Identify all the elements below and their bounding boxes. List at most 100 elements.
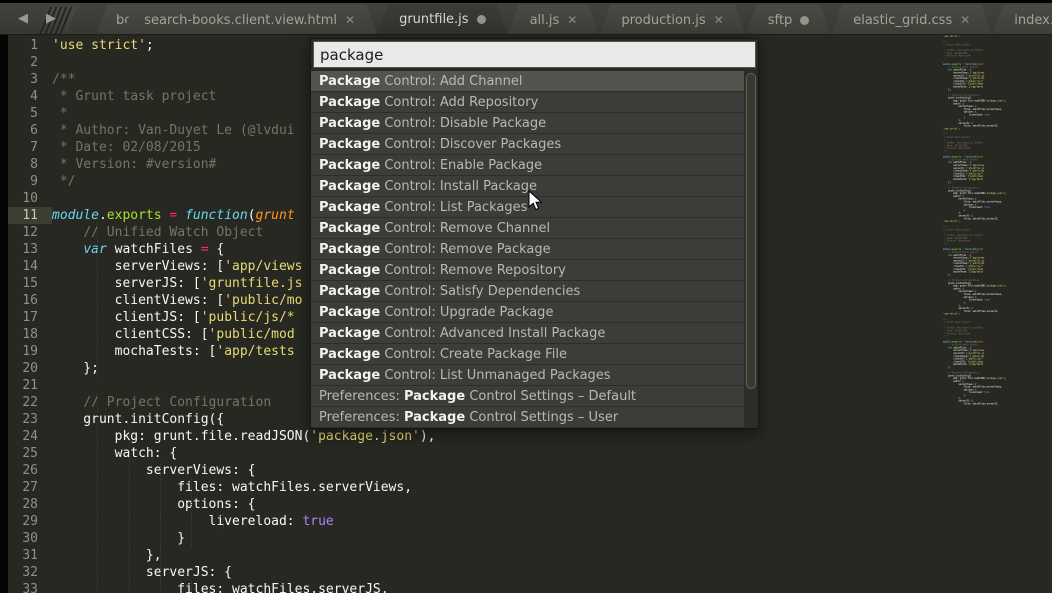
indent-guide [129, 258, 130, 275]
indent-guide [97, 547, 98, 564]
palette-item[interactable]: Preferences: Package Control Settings – … [311, 407, 744, 428]
indent-guide [129, 343, 130, 360]
indent-guide [97, 513, 98, 530]
tab-close-icon[interactable]: ✕ [345, 14, 355, 26]
line-number: 21 [8, 377, 52, 394]
palette-item[interactable]: Package Control: Remove Package [311, 239, 744, 260]
sublime-text-window: ◀ ▶ bosearch-books.client.view.html✕grun… [0, 0, 1052, 593]
indent-guide [97, 445, 98, 462]
tab-close-icon[interactable]: ✕ [567, 14, 577, 26]
palette-scrollbar-track[interactable] [744, 71, 758, 428]
palette-item[interactable]: Package Control: Disable Package [311, 113, 744, 134]
indent-guide [97, 462, 98, 479]
indent-guide [160, 496, 161, 513]
palette-item[interactable]: Package Control: Satisfy Dependencies [311, 281, 744, 302]
indent-guide [97, 564, 98, 581]
indent-guide [160, 530, 161, 547]
palette-item[interactable]: Package Control: Add Channel [311, 71, 744, 92]
palette-item[interactable]: Package Control: Add Repository [311, 92, 744, 113]
indent-guide [160, 479, 161, 496]
indent-guide [223, 513, 224, 530]
line-number: 19 [8, 343, 52, 360]
palette-scrollbar-thumb[interactable] [746, 73, 756, 389]
tab-gruntfile-js[interactable]: gruntfile.js [377, 4, 508, 35]
tab-index-hbs[interactable]: index.hbs✕ [992, 5, 1052, 35]
palette-item[interactable]: Package Control: Remove Repository [311, 260, 744, 281]
line-number: 30 [8, 530, 52, 547]
tab-modified-dot-icon[interactable] [477, 15, 486, 24]
indent-guide [97, 292, 98, 309]
tab-sftp[interactable]: sftp [746, 5, 831, 35]
line-number: 18 [8, 326, 52, 343]
line-number: 22 [8, 394, 52, 411]
indent-guide [97, 241, 98, 258]
code-line-30: 30 } [8, 530, 938, 547]
palette-item[interactable]: Preferences: Package Control Settings – … [311, 386, 744, 407]
indent-guide [129, 513, 130, 530]
indent-guide [191, 496, 192, 513]
indent-guide [97, 326, 98, 343]
line-number: 24 [8, 428, 52, 445]
palette-item[interactable]: Package Control: List Unmanaged Packages [311, 365, 744, 386]
indent-guide [129, 530, 130, 547]
tab-label: gruntfile.js [399, 12, 469, 27]
code-line-25: 25 watch: { [8, 445, 938, 462]
line-number: 26 [8, 462, 52, 479]
palette-item[interactable]: Package Control: Create Package File [311, 344, 744, 365]
line-number: 23 [8, 411, 52, 428]
command-palette: Package Control: Add ChannelPackage Cont… [310, 38, 759, 429]
palette-item[interactable]: Package Control: Enable Package [311, 155, 744, 176]
line-number: 9 [8, 173, 52, 190]
indent-guide [129, 547, 130, 564]
tab-label: search-books.client.view.html [144, 13, 337, 28]
back-arrow-icon[interactable]: ◀ [18, 11, 28, 27]
palette-item[interactable]: Package Control: List Packages [311, 197, 744, 218]
line-number: 2 [8, 54, 52, 71]
tab-modified-dot-icon[interactable] [800, 16, 809, 25]
tab-close-icon[interactable]: ✕ [714, 14, 724, 26]
indent-guide [191, 530, 192, 547]
indent-guide [97, 224, 98, 241]
indent-guide [160, 547, 161, 564]
line-number: 6 [8, 122, 52, 139]
line-number: 4 [8, 88, 52, 105]
line-number: 17 [8, 309, 52, 326]
tab-elastic-grid-css[interactable]: elastic_grid.css✕ [831, 5, 992, 35]
command-palette-list: Package Control: Add ChannelPackage Cont… [311, 71, 744, 428]
command-palette-input[interactable] [313, 41, 756, 68]
line-number: 10 [8, 190, 52, 207]
forward-arrow-icon[interactable]: ▶ [46, 11, 56, 27]
indent-guide [129, 496, 130, 513]
indent-guide [191, 513, 192, 530]
tab-all-js[interactable]: all.js✕ [508, 5, 600, 35]
indent-guide [97, 258, 98, 275]
indent-guide [160, 462, 161, 479]
indent-guide [97, 309, 98, 326]
code-line-28: 28 options: { [8, 496, 938, 513]
palette-item[interactable]: Package Control: Advanced Install Packag… [311, 323, 744, 344]
code-line-27: 27 files: watchFiles.serverViews, [8, 479, 938, 496]
tab-search-books-client-view-html[interactable]: search-books.client.view.html ✕ [122, 5, 377, 35]
palette-item[interactable]: Package Control: Discover Packages [311, 134, 744, 155]
tab-production-js[interactable]: production.js✕ [599, 5, 745, 35]
tab-close-icon[interactable]: ✕ [960, 14, 970, 26]
minimap-content: 1'use strict';23/**4 * Grunt task projec… [943, 35, 1043, 405]
palette-item[interactable]: Package Control: Upgrade Package [311, 302, 744, 323]
indent-guide [97, 581, 98, 593]
palette-item[interactable]: Package Control: Install Package [311, 176, 744, 197]
code-line-29: 29 livereload: true [8, 513, 938, 530]
indent-guide [129, 292, 130, 309]
indent-guide [160, 581, 161, 593]
code-line-31: 31 }, [8, 547, 938, 564]
line-number: 7 [8, 139, 52, 156]
indent-guide [97, 530, 98, 547]
indent-guide [191, 479, 192, 496]
indent-guide [129, 479, 130, 496]
tab-nav-arrows: ◀ ▶ [18, 11, 56, 27]
minimap[interactable]: 1'use strict';23/**4 * Grunt task projec… [943, 35, 1043, 591]
indent-guide [129, 462, 130, 479]
palette-item[interactable]: Package Control: Remove Channel [311, 218, 744, 239]
editor-left-edge [0, 35, 8, 593]
indent-guide [129, 275, 130, 292]
indent-guide [129, 428, 130, 445]
